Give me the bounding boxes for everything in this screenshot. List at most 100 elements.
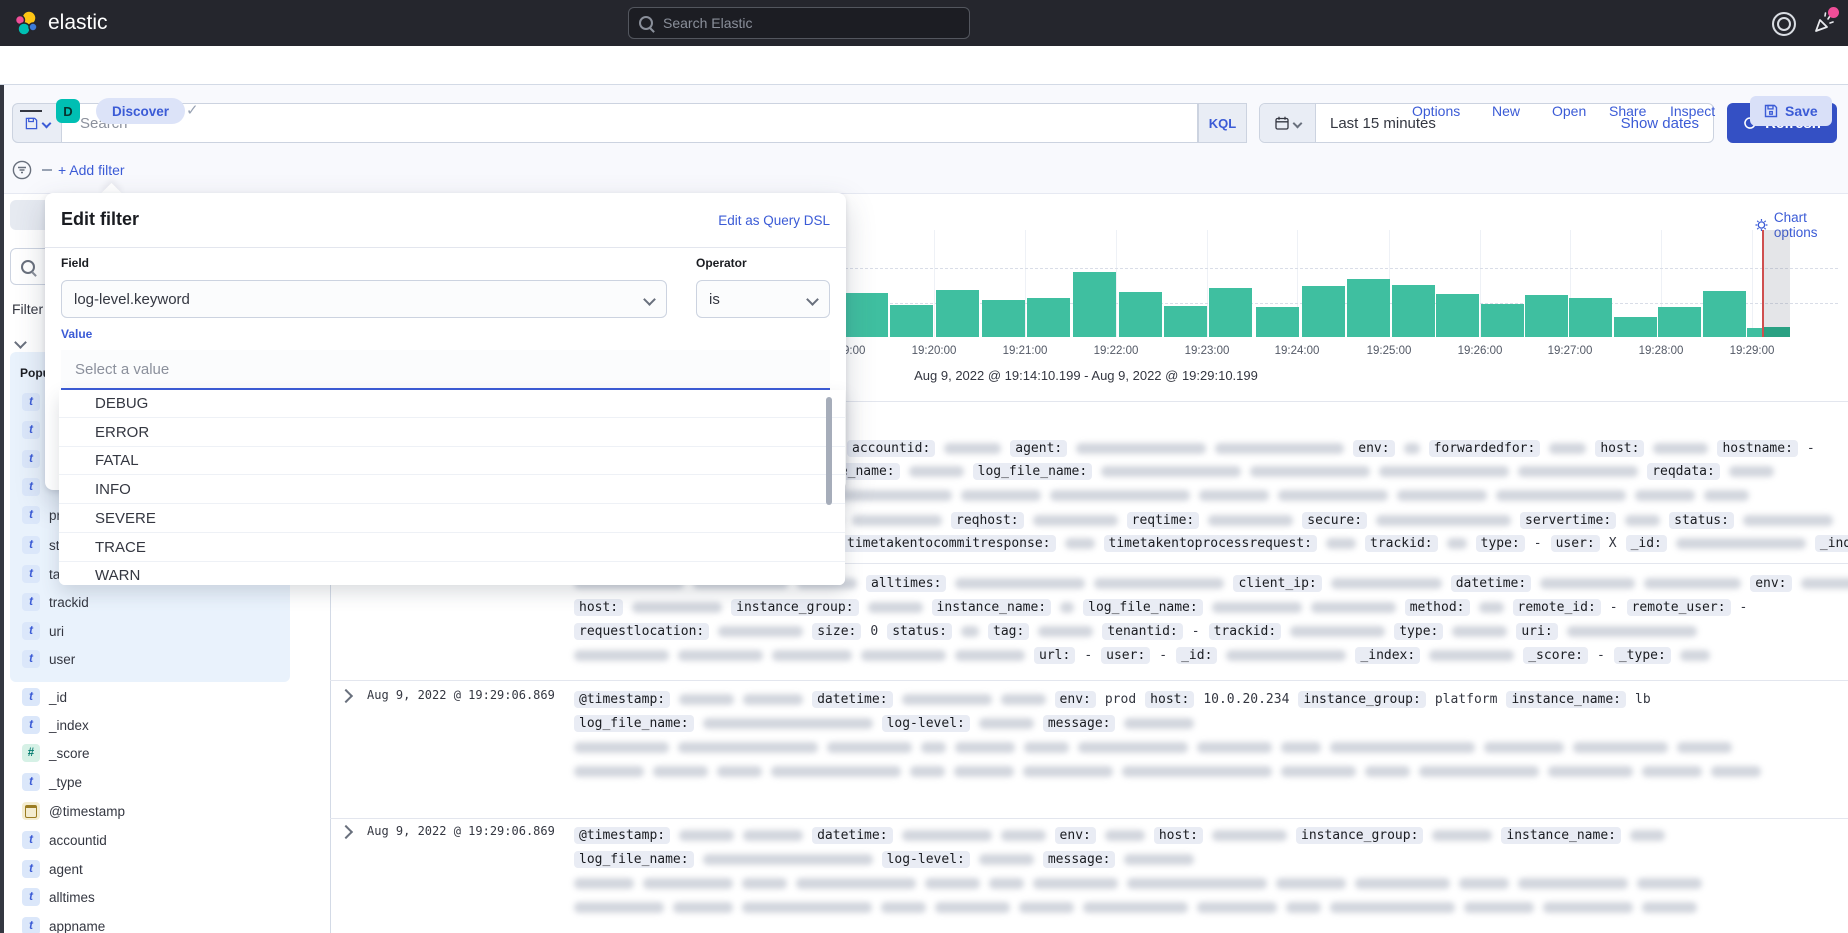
sidebar-field-_id[interactable]: t_id xyxy=(22,683,302,711)
field-chip-datetime: datetime: xyxy=(812,691,892,708)
expand-row-icon[interactable] xyxy=(339,689,353,703)
histogram-bar[interactable] xyxy=(1392,285,1435,337)
save-button[interactable]: Save xyxy=(1750,96,1832,126)
redacted-value xyxy=(1642,766,1702,777)
value-option-error[interactable]: ERROR xyxy=(59,419,845,447)
sidebar-field-@timestamp[interactable]: @timestamp xyxy=(22,797,302,825)
field-combobox[interactable]: log-level.keyword xyxy=(61,280,667,318)
value-option-trace[interactable]: TRACE xyxy=(59,534,845,562)
saved-query-menu-button[interactable] xyxy=(12,103,62,143)
dropdown-scrollbar[interactable] xyxy=(826,397,832,505)
redacted-value xyxy=(1281,742,1321,753)
value-option-info[interactable]: INFO xyxy=(59,476,845,504)
value-option-warn[interactable]: WARN xyxy=(59,562,845,585)
sidebar-field-label: _id xyxy=(49,690,67,705)
histogram-bar[interactable] xyxy=(1302,286,1345,337)
field-value: lb xyxy=(1635,692,1651,707)
value-option-fatal[interactable]: FATAL xyxy=(59,447,845,475)
redacted-value xyxy=(1573,742,1668,753)
date-quick-menu-button[interactable] xyxy=(1260,103,1316,143)
value-combobox[interactable] xyxy=(61,350,830,390)
histogram-bar[interactable] xyxy=(1481,304,1524,337)
histogram-bar[interactable] xyxy=(1569,298,1612,337)
histogram-bar[interactable] xyxy=(1073,272,1116,337)
document-summary-line[interactable]: log_file_name:log-level:message: xyxy=(574,851,1194,867)
redacted-value xyxy=(827,742,912,753)
elastic-logo xyxy=(14,10,40,36)
value-input[interactable] xyxy=(73,360,818,379)
expand-row-icon[interactable] xyxy=(339,825,353,839)
histogram-bar[interactable] xyxy=(936,290,979,337)
document-summary-line[interactable] xyxy=(574,739,1732,755)
global-search[interactable] xyxy=(628,7,970,39)
new-button[interactable]: New xyxy=(1492,103,1520,119)
document-summary-line[interactable]: requestlocation:size:0status:tag:tenanti… xyxy=(574,623,1697,639)
value-option-debug[interactable]: DEBUG xyxy=(59,390,845,418)
histogram-bar[interactable] xyxy=(1256,307,1299,337)
breadcrumb[interactable]: Discover xyxy=(96,98,185,124)
histogram-bar[interactable] xyxy=(1164,306,1207,337)
histogram-bar[interactable] xyxy=(1614,317,1657,337)
chart-axis-tick: 19:24:00 xyxy=(1275,345,1320,357)
redacted-value xyxy=(910,766,945,777)
edit-as-query-dsl-link[interactable]: Edit as Query DSL xyxy=(718,213,830,228)
document-summary-line[interactable]: host:instance_group:instance_name:log_fi… xyxy=(574,599,1747,615)
sidebar-field-_type[interactable]: t_type xyxy=(22,768,302,796)
help-icon[interactable] xyxy=(1772,12,1796,36)
histogram-bar[interactable] xyxy=(1703,291,1746,337)
redacted-value xyxy=(1548,766,1633,777)
redacted-value xyxy=(1680,650,1710,661)
sidebar-field-trackid[interactable]: ttrackid xyxy=(22,588,302,616)
histogram-bar[interactable] xyxy=(1119,292,1162,337)
field-chip-user: user: xyxy=(1551,535,1600,552)
value-option-severe[interactable]: SEVERE xyxy=(59,505,845,533)
document-summary-line[interactable] xyxy=(574,875,1702,891)
open-button[interactable]: Open xyxy=(1552,103,1586,119)
document-summary-line[interactable]: @timestamp:datetime:env:prodhost:10.0.20… xyxy=(574,691,1651,707)
text-field-icon: t xyxy=(22,506,40,524)
sidebar-field-_index[interactable]: t_index xyxy=(22,711,302,739)
histogram-bar[interactable] xyxy=(982,300,1025,337)
sidebar-field-alltimes[interactable]: talltimes xyxy=(22,883,302,911)
operator-combobox[interactable]: is xyxy=(696,280,830,318)
document-summary-line[interactable]: url:-user:-_id:_index:_score:-_type: xyxy=(574,647,1710,663)
sidebar-field-agent[interactable]: tagent xyxy=(22,855,302,883)
elastic-brand[interactable]: elastic xyxy=(14,10,108,36)
kql-query-input[interactable] xyxy=(62,103,1198,143)
field-chip-_type: _type: xyxy=(1614,647,1671,664)
histogram-bar[interactable] xyxy=(1747,328,1762,337)
histogram-bar[interactable] xyxy=(1525,295,1568,337)
space-avatar[interactable]: D xyxy=(56,99,80,123)
redacted-value xyxy=(1286,902,1321,913)
histogram-bar[interactable] xyxy=(1027,298,1070,337)
histogram-bar[interactable] xyxy=(845,293,888,337)
share-button[interactable]: Share xyxy=(1609,103,1646,119)
histogram-bar[interactable] xyxy=(1209,288,1252,337)
redacted-value xyxy=(1311,602,1396,613)
filter-icon[interactable] xyxy=(12,160,32,180)
document-summary-line[interactable]: log_file_name:log-level:message: xyxy=(574,715,1194,731)
newsfeed-icon[interactable] xyxy=(1812,11,1836,40)
histogram-bar[interactable] xyxy=(1658,307,1701,337)
sidebar-field-appname[interactable]: tappname xyxy=(22,912,302,933)
redacted-value xyxy=(1419,766,1539,777)
inspect-button[interactable]: Inspect xyxy=(1670,103,1715,119)
document-summary-line[interactable] xyxy=(574,763,1761,779)
document-summary-line[interactable]: @timestamp:datetime:env:host:instance_gr… xyxy=(574,827,1665,843)
kql-language-button[interactable]: KQL xyxy=(1198,103,1247,143)
sidebar-field-uri[interactable]: turi xyxy=(22,617,302,645)
global-search-input[interactable] xyxy=(661,14,959,32)
collapse-fields-icon[interactable] xyxy=(14,336,27,349)
sidebar-field-user[interactable]: tuser xyxy=(22,645,302,673)
add-filter-button[interactable]: + Add filter xyxy=(58,162,125,178)
sidebar-field-_score[interactable]: #_score xyxy=(22,739,302,767)
options-button[interactable]: Options xyxy=(1412,103,1460,119)
document-summary-line[interactable] xyxy=(574,899,1697,915)
histogram-bar[interactable] xyxy=(1347,279,1390,337)
histogram-bar[interactable] xyxy=(890,305,933,337)
query-input[interactable] xyxy=(78,114,1181,133)
histogram-bar[interactable] xyxy=(1436,294,1479,337)
sidebar-field-accountid[interactable]: taccountid xyxy=(22,826,302,854)
field-chip-remote_user: remote_user: xyxy=(1627,599,1731,616)
partial-bucket-bar[interactable] xyxy=(1763,327,1790,337)
